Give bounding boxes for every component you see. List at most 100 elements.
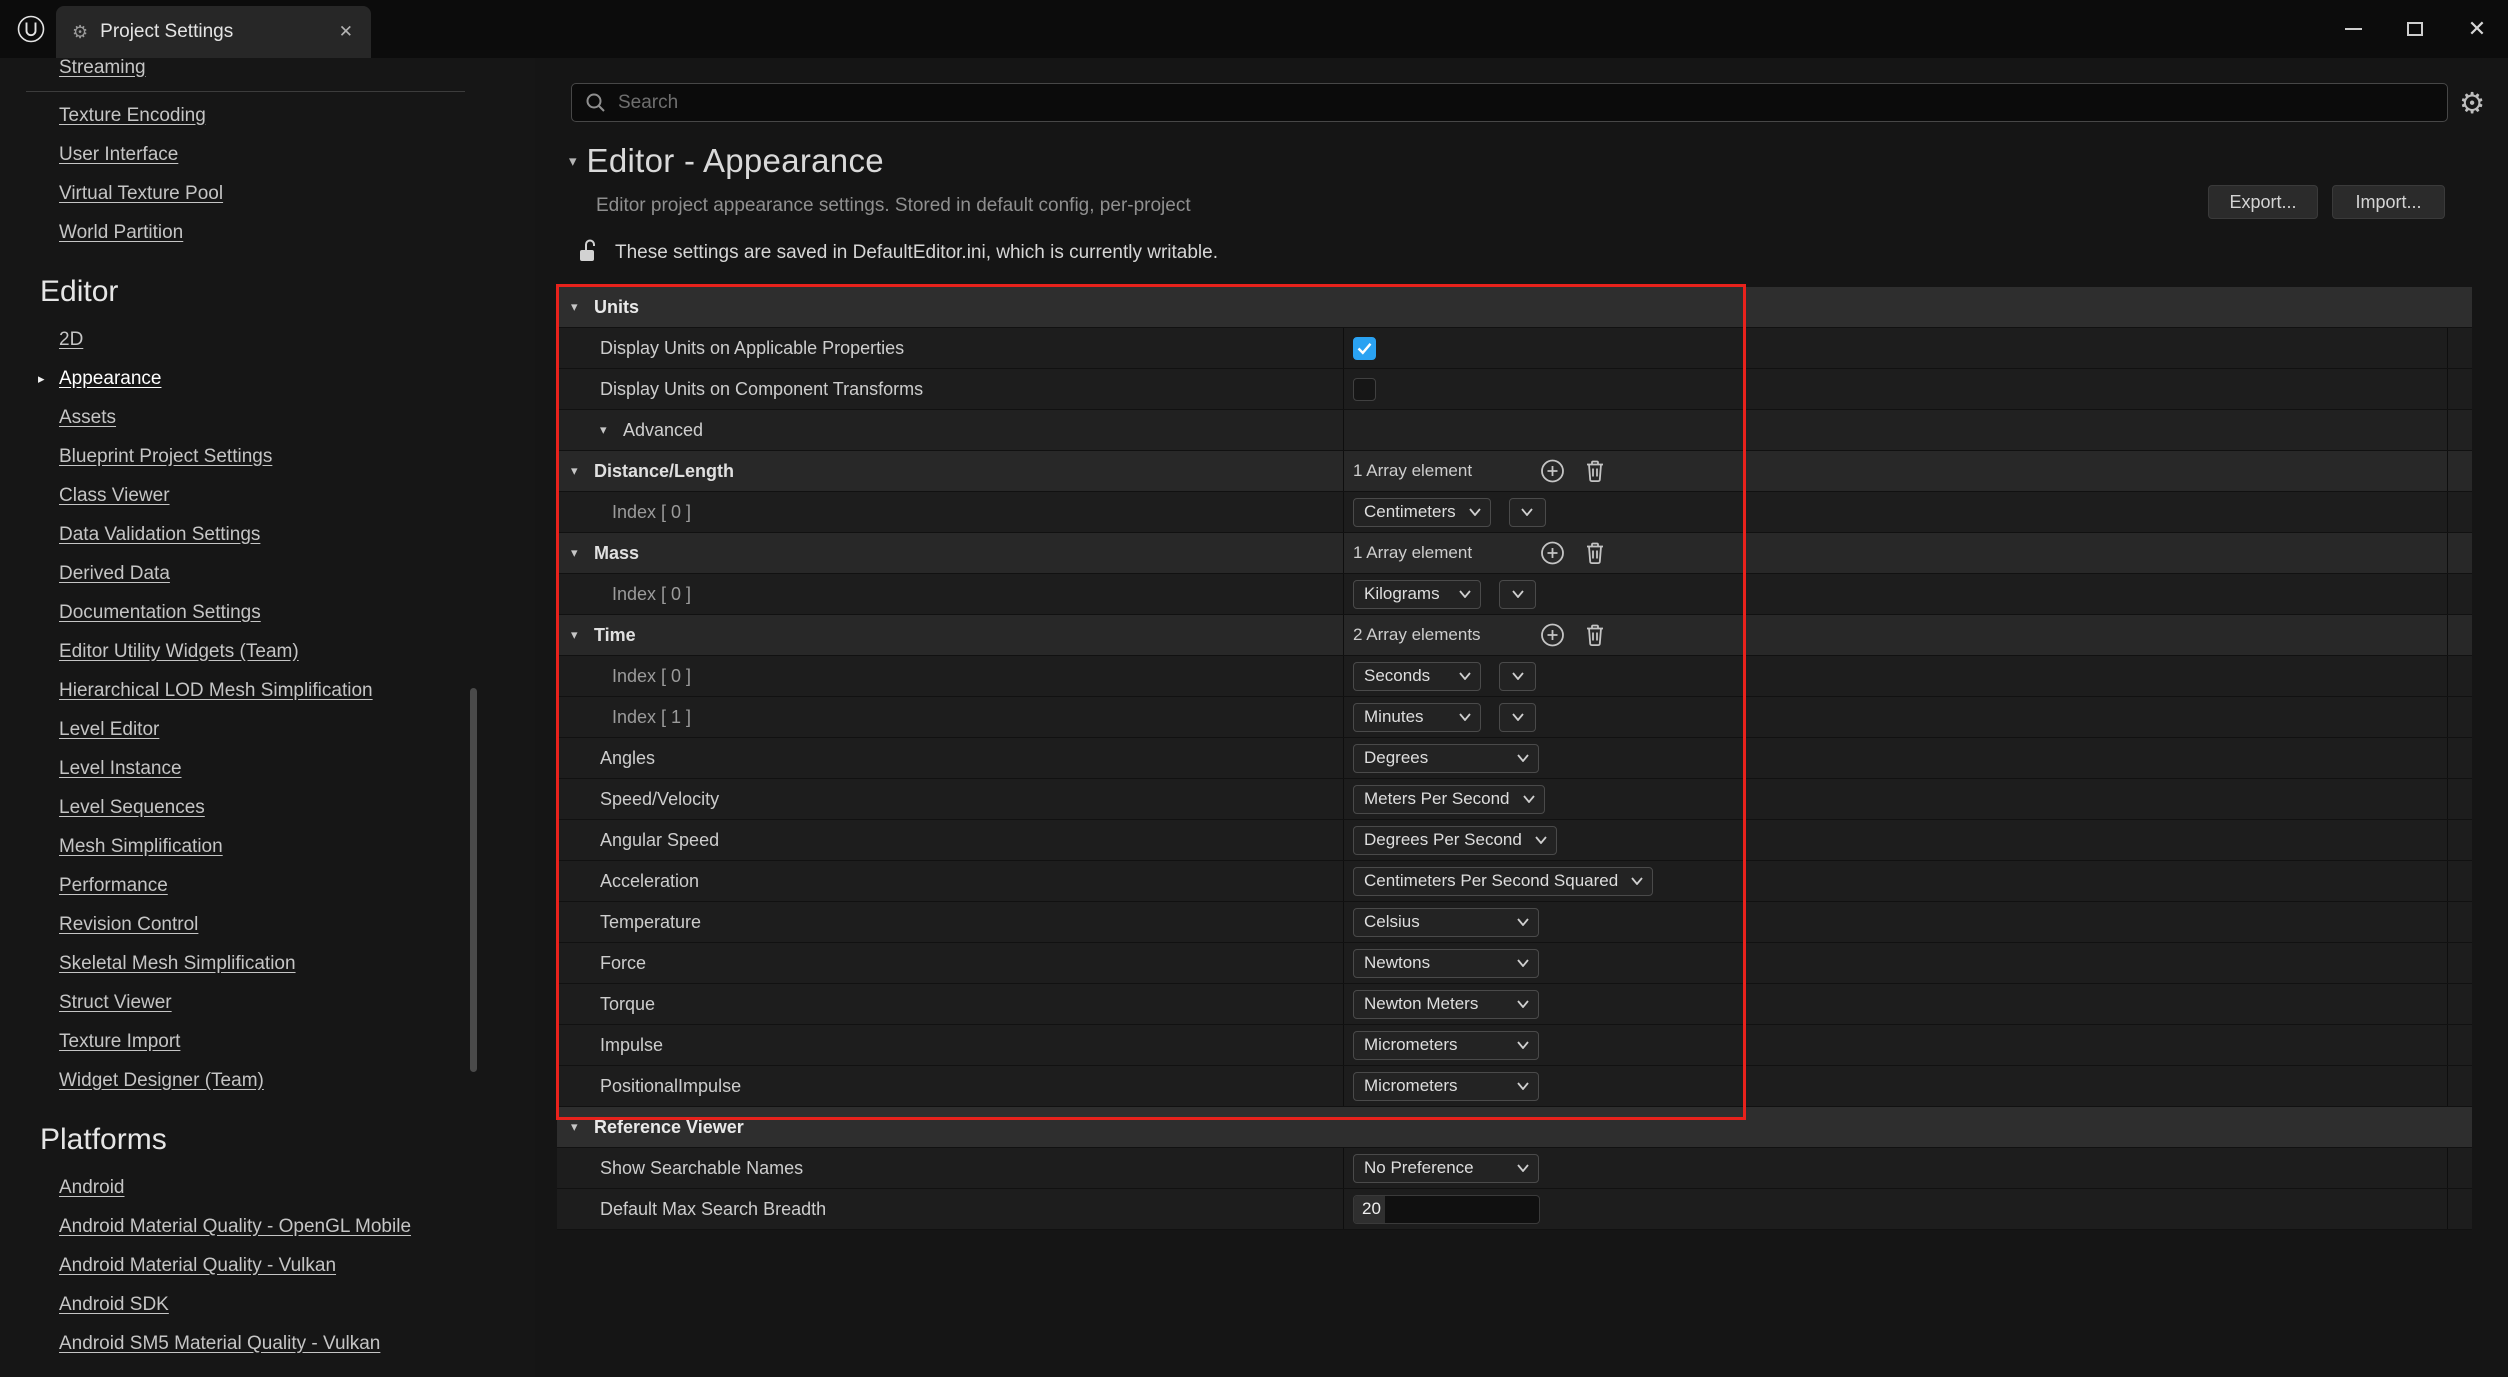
index-label: Index [ 0 ]: [612, 584, 691, 605]
sidebar-item-appearance[interactable]: ▸ Appearance: [0, 359, 535, 398]
chevron-down-icon: [1459, 672, 1471, 680]
config-note-row: These settings are saved in DefaultEdito…: [577, 236, 1218, 270]
dropdown-index-0-kilograms[interactable]: Kilograms: [1353, 580, 1481, 609]
settings-category-row-units[interactable]: ▾ Units: [557, 287, 2472, 328]
sidebar-item-widget-designer-team[interactable]: ▸ Widget Designer (Team): [0, 1061, 535, 1100]
dropdown-index-1-minutes[interactable]: Minutes: [1353, 703, 1481, 732]
sidebar-item-documentation-settings[interactable]: ▸ Documentation Settings: [0, 593, 535, 632]
settings-row-acceleration: Acceleration Centimeters Per Second Squa…: [557, 861, 2472, 902]
close-button[interactable]: ✕: [2446, 0, 2508, 58]
sidebar-item-user-interface[interactable]: ▸ User Interface: [0, 135, 535, 174]
dropdown-positionalimpulse-micrometers[interactable]: Micrometers: [1353, 1072, 1539, 1101]
sidebar-item-skeletal-mesh-simplification[interactable]: ▸ Skeletal Mesh Simplification: [0, 944, 535, 983]
dropdown-index-0-centimeters[interactable]: Centimeters: [1353, 498, 1491, 527]
settings-row-impulse: Impulse Micrometers: [557, 1025, 2472, 1066]
sidebar-item-struct-viewer[interactable]: ▸ Struct Viewer: [0, 983, 535, 1022]
settings-options-button[interactable]: ⚙: [2452, 83, 2492, 123]
chevron-down-icon: [1517, 1000, 1529, 1008]
sidebar-item-texture-encoding[interactable]: ▸ Texture Encoding: [0, 96, 535, 135]
settings-category-row-reference-viewer[interactable]: ▾ Reference Viewer: [557, 1107, 2472, 1148]
sidebar-item-android-sdk[interactable]: ▸ Android SDK: [0, 1285, 535, 1324]
element-options-dropdown[interactable]: [1499, 580, 1536, 609]
sidebar-item-blueprint-project-settings[interactable]: ▸ Blueprint Project Settings: [0, 437, 535, 476]
dropdown-index-0-seconds[interactable]: Seconds: [1353, 662, 1481, 691]
property-label: Default Max Search Breadth: [600, 1199, 826, 1220]
sidebar-item-class-viewer[interactable]: ▸ Class Viewer: [0, 476, 535, 515]
tab-close-icon[interactable]: ✕: [335, 20, 357, 44]
minimize-button[interactable]: [2322, 0, 2384, 58]
property-label: Show Searchable Names: [600, 1158, 803, 1179]
chevron-down-icon: [1517, 1164, 1529, 1172]
settings-row-display-units-on-component-transforms: Display Units on Component Transforms: [557, 369, 2472, 410]
add-element-button[interactable]: [1540, 623, 1565, 648]
dropdown-torque-newton-meters[interactable]: Newton Meters: [1353, 990, 1539, 1019]
collapse-arrow-icon[interactable]: ▾: [569, 152, 577, 170]
dropdown-force-newtons[interactable]: Newtons: [1353, 949, 1539, 978]
search-bar: [571, 83, 2448, 122]
search-icon: [584, 91, 607, 114]
sidebar-item-level-instance[interactable]: ▸ Level Instance: [0, 749, 535, 788]
sidebar-item-virtual-texture-pool[interactable]: ▸ Virtual Texture Pool: [0, 174, 535, 213]
dropdown-value: No Preference: [1364, 1158, 1474, 1178]
settings-row-speed-velocity: Speed/Velocity Meters Per Second: [557, 779, 2472, 820]
dropdown-angles-degrees[interactable]: Degrees: [1353, 744, 1539, 773]
sidebar-item-level-sequences[interactable]: ▸ Level Sequences: [0, 788, 535, 827]
sidebar-item-performance[interactable]: ▸ Performance: [0, 866, 535, 905]
add-element-button[interactable]: [1540, 459, 1565, 484]
dropdown-angular-speed-degrees-per-second[interactable]: Degrees Per Second: [1353, 826, 1557, 855]
checkbox-display-units-on-component-transforms[interactable]: [1353, 378, 1376, 401]
dropdown-show-searchable-names-no-preference[interactable]: No Preference: [1353, 1154, 1539, 1183]
close-icon: ✕: [2468, 18, 2486, 40]
minimize-icon: [2345, 28, 2362, 30]
settings-array-header-row-distance-length[interactable]: ▾ Distance/Length 1 Array element: [557, 451, 2472, 492]
sidebar-item-android-material-quality-vulkan[interactable]: ▸ Android Material Quality - Vulkan: [0, 1246, 535, 1285]
sidebar-item-world-partition[interactable]: ▸ World Partition: [0, 213, 535, 252]
import-button[interactable]: Import...: [2332, 185, 2445, 219]
settings-array-header-row-mass[interactable]: ▾ Mass 1 Array element: [557, 533, 2472, 574]
sidebar-item-derived-data[interactable]: ▸ Derived Data: [0, 554, 535, 593]
settings-array-header-row-time[interactable]: ▾ Time 2 Array elements: [557, 615, 2472, 656]
sidebar-item-streaming[interactable]: ▸ Streaming: [0, 58, 535, 87]
project-settings-tab[interactable]: ⚙ Project Settings ✕: [56, 6, 371, 58]
chevron-down-icon: [1535, 836, 1547, 844]
sidebar-item-assets[interactable]: ▸ Assets: [0, 398, 535, 437]
dropdown-temperature-celsius[interactable]: Celsius: [1353, 908, 1539, 937]
dropdown-impulse-micrometers[interactable]: Micrometers: [1353, 1031, 1539, 1060]
sidebar-item-level-editor[interactable]: ▸ Level Editor: [0, 710, 535, 749]
maximize-button[interactable]: [2384, 0, 2446, 58]
sidebar-item-android-sm5-material-quality-vulkan[interactable]: ▸ Android SM5 Material Quality - Vulkan: [0, 1324, 535, 1363]
page-title: Editor - Appearance: [587, 142, 884, 180]
dropdown-value: Newton Meters: [1364, 994, 1478, 1014]
delete-elements-button[interactable]: [1584, 459, 1606, 484]
chevron-down-icon: [1512, 667, 1524, 685]
delete-elements-button[interactable]: [1584, 623, 1606, 648]
sidebar-item-2d[interactable]: ▸ 2D: [0, 320, 535, 359]
sidebar-scrollbar-thumb[interactable]: [470, 688, 477, 1072]
add-element-button[interactable]: [1540, 541, 1565, 566]
sidebar-item-android-material-quality-opengl-mobile[interactable]: ▸ Android Material Quality - OpenGL Mobi…: [0, 1207, 535, 1246]
sidebar-item-data-validation-settings[interactable]: ▸ Data Validation Settings: [0, 515, 535, 554]
settings-advanced-row-advanced[interactable]: ▾ Advanced: [557, 410, 2472, 451]
settings-row-default-max-search-breadth: Default Max Search Breadth 20: [557, 1189, 2472, 1230]
checkbox-display-units-on-applicable-properties[interactable]: [1353, 337, 1376, 360]
number-input[interactable]: 20: [1353, 1195, 1540, 1224]
dropdown-speed-velocity-meters-per-second[interactable]: Meters Per Second: [1353, 785, 1545, 814]
sidebar-item-hierarchical-lod-mesh-simplification[interactable]: ▸ Hierarchical LOD Mesh Simplification: [0, 671, 535, 710]
sidebar-item-texture-import[interactable]: ▸ Texture Import: [0, 1022, 535, 1061]
sidebar-item-android[interactable]: ▸ Android: [0, 1168, 535, 1207]
export-button[interactable]: Export...: [2208, 185, 2318, 219]
element-options-dropdown[interactable]: [1509, 498, 1546, 527]
dropdown-acceleration-centimeters-per-second-squared[interactable]: Centimeters Per Second Squared: [1353, 867, 1653, 896]
number-value: 20: [1362, 1199, 1381, 1219]
collapse-arrow-icon: ▾: [600, 422, 614, 438]
delete-elements-button[interactable]: [1584, 541, 1606, 566]
sidebar-item-editor-utility-widgets-team[interactable]: ▸ Editor Utility Widgets (Team): [0, 632, 535, 671]
sidebar-item-revision-control[interactable]: ▸ Revision Control: [0, 905, 535, 944]
dropdown-value: Minutes: [1364, 707, 1424, 727]
element-options-dropdown[interactable]: [1499, 662, 1536, 691]
element-options-dropdown[interactable]: [1499, 703, 1536, 732]
sidebar-divider: [26, 91, 465, 92]
index-label: Index [ 0 ]: [612, 666, 691, 687]
search-input[interactable]: [618, 92, 2435, 114]
sidebar-item-mesh-simplification[interactable]: ▸ Mesh Simplification: [0, 827, 535, 866]
